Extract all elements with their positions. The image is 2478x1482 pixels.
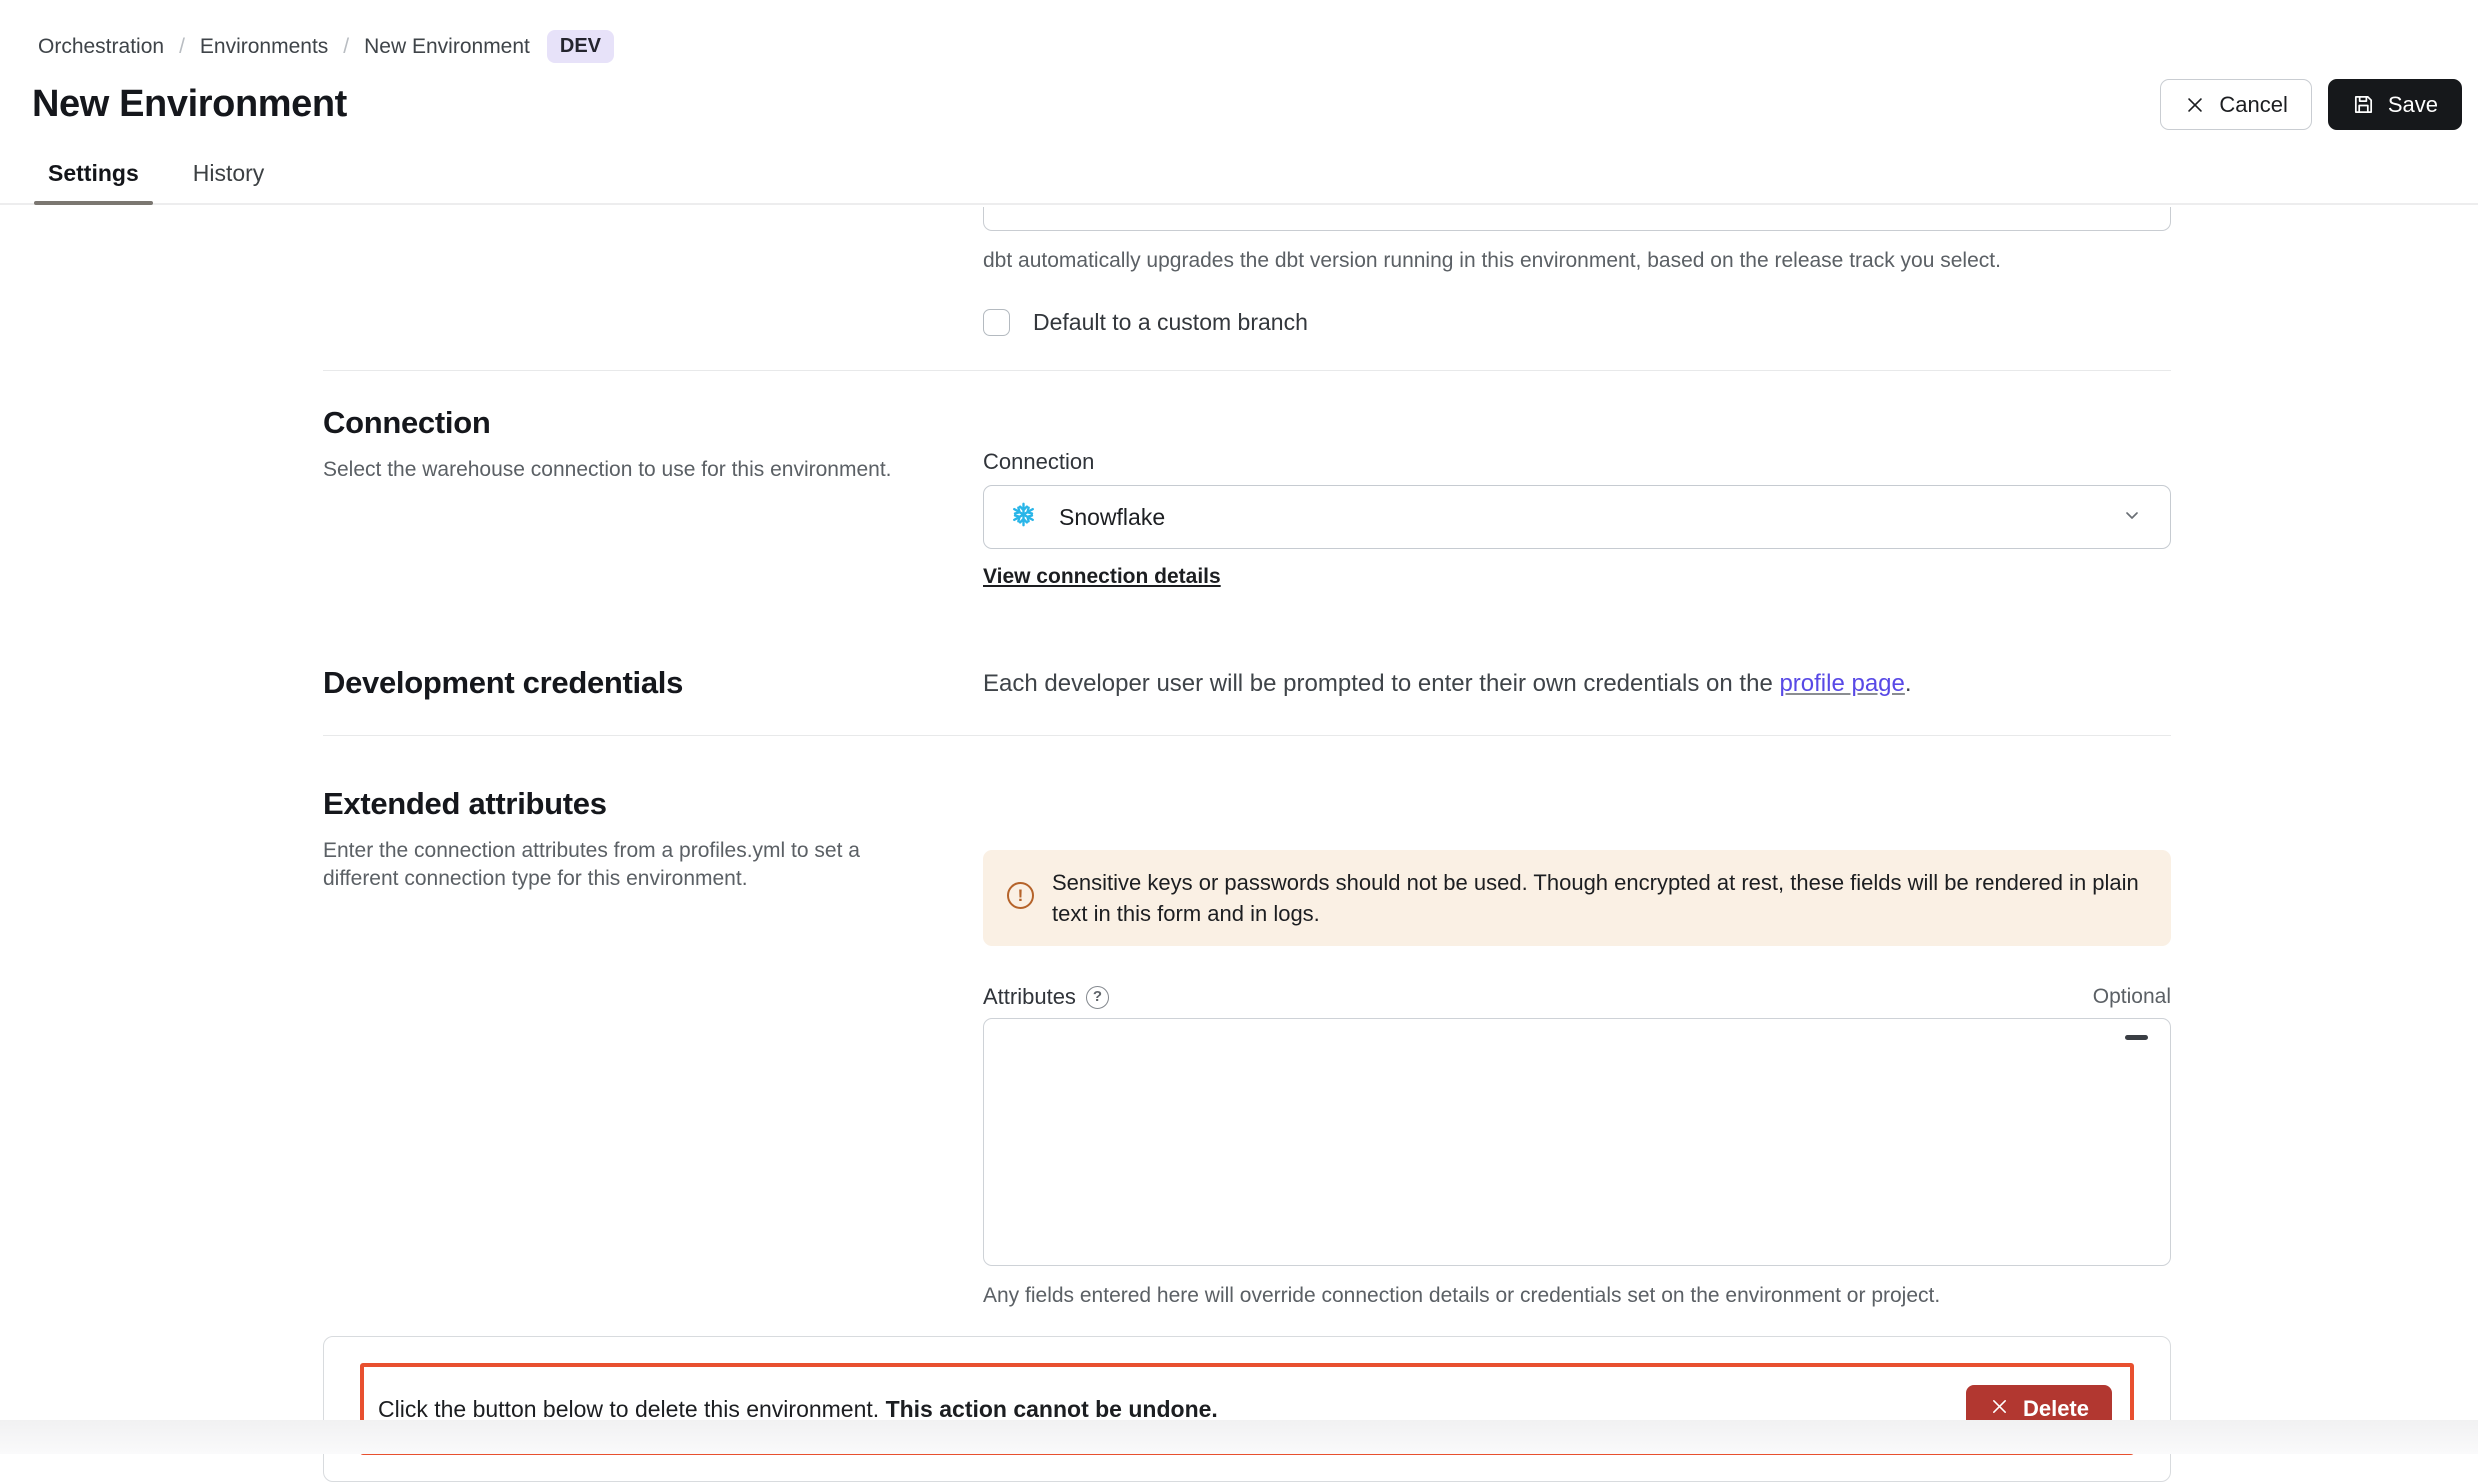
- page-header: New Environment Cancel Save: [0, 63, 2478, 130]
- warning-icon: !: [1007, 882, 1034, 909]
- devcred-text-after: .: [1905, 670, 1912, 697]
- delete-environment-card: Click the button below to delete this en…: [323, 1336, 2171, 1482]
- breadcrumb-orchestration[interactable]: Orchestration: [38, 35, 164, 59]
- connection-description: Select the warehouse connection to use f…: [323, 456, 923, 484]
- save-button-label: Save: [2388, 92, 2438, 118]
- breadcrumb-new-environment[interactable]: New Environment: [364, 35, 530, 59]
- attributes-label-row: Attributes ? Optional: [983, 984, 2171, 1010]
- close-icon: [1989, 1396, 2010, 1423]
- header-actions: Cancel Save: [2160, 79, 2462, 130]
- breadcrumb: Orchestration / Environments / New Envir…: [38, 30, 2446, 63]
- attributes-field-label: Attributes: [983, 984, 1076, 1010]
- delete-button-label: Delete: [2023, 1396, 2089, 1422]
- extended-attributes-heading: Extended attributes: [323, 786, 983, 822]
- collapse-handle-icon[interactable]: [2125, 1035, 2148, 1040]
- tab-bar: Settings History: [0, 154, 2478, 205]
- help-icon[interactable]: ?: [1086, 986, 1109, 1009]
- save-icon: [2352, 93, 2375, 116]
- connection-select[interactable]: Snowflake: [983, 485, 2171, 549]
- page-bottom-gradient: [0, 1420, 2478, 1454]
- release-track-input-partial[interactable]: [983, 207, 2171, 231]
- delete-environment-text: Click the button below to delete this en…: [378, 1396, 1218, 1423]
- custom-branch-label[interactable]: Default to a custom branch: [1033, 309, 1308, 336]
- breadcrumb-environments[interactable]: Environments: [200, 35, 328, 59]
- optional-badge: Optional: [2093, 985, 2171, 1009]
- cancel-button-label: Cancel: [2219, 92, 2287, 118]
- page-title: New Environment: [32, 83, 347, 126]
- settings-form: dbt automatically upgrades the dbt versi…: [323, 207, 2171, 1482]
- attributes-helper: Any fields entered here will override co…: [983, 1282, 2171, 1310]
- connection-select-value: Snowflake: [1059, 504, 1165, 531]
- snowflake-icon: [1010, 501, 1037, 533]
- connection-heading: Connection: [323, 405, 983, 441]
- cancel-button[interactable]: Cancel: [2160, 79, 2311, 130]
- connection-section: Connection Select the warehouse connecti…: [323, 371, 2171, 589]
- custom-branch-row: Default to a custom branch: [983, 309, 2171, 336]
- attributes-textarea[interactable]: [983, 1018, 2171, 1266]
- sensitive-keys-warning-banner: ! Sensitive keys or passwords should not…: [983, 850, 2171, 946]
- view-connection-details-link[interactable]: View connection details: [983, 565, 1221, 589]
- tab-settings[interactable]: Settings: [32, 154, 155, 203]
- close-icon: [2184, 94, 2206, 116]
- delete-text: Click the button below to delete this en…: [378, 1396, 886, 1422]
- development-credentials-section: Development credentials Each developer u…: [323, 665, 2171, 701]
- chevron-down-icon: [2120, 503, 2144, 532]
- top-bar: Orchestration / Environments / New Envir…: [0, 0, 2478, 63]
- devcred-text-before: Each developer user will be prompted to …: [983, 670, 1779, 697]
- connection-field-label: Connection: [983, 449, 1094, 475]
- environment-type-badge: DEV: [547, 30, 614, 63]
- breadcrumb-separator: /: [179, 35, 185, 59]
- profile-page-link[interactable]: profile page: [1779, 670, 1904, 697]
- tab-history[interactable]: History: [177, 154, 281, 203]
- warning-text: Sensitive keys or passwords should not b…: [1052, 867, 2142, 929]
- development-credentials-heading: Development credentials: [323, 665, 983, 701]
- delete-warning-bold-text: This action cannot be undone.: [886, 1396, 1218, 1422]
- extended-attributes-section: Extended attributes Enter the connection…: [323, 736, 2171, 1310]
- custom-branch-checkbox[interactable]: [983, 309, 1010, 336]
- extended-attributes-description: Enter the connection attributes from a p…: [323, 837, 923, 893]
- release-track-helper: dbt automatically upgrades the dbt versi…: [983, 247, 2171, 275]
- breadcrumb-separator: /: [343, 35, 349, 59]
- development-credentials-text: Each developer user will be prompted to …: [983, 670, 1912, 697]
- save-button[interactable]: Save: [2328, 79, 2462, 130]
